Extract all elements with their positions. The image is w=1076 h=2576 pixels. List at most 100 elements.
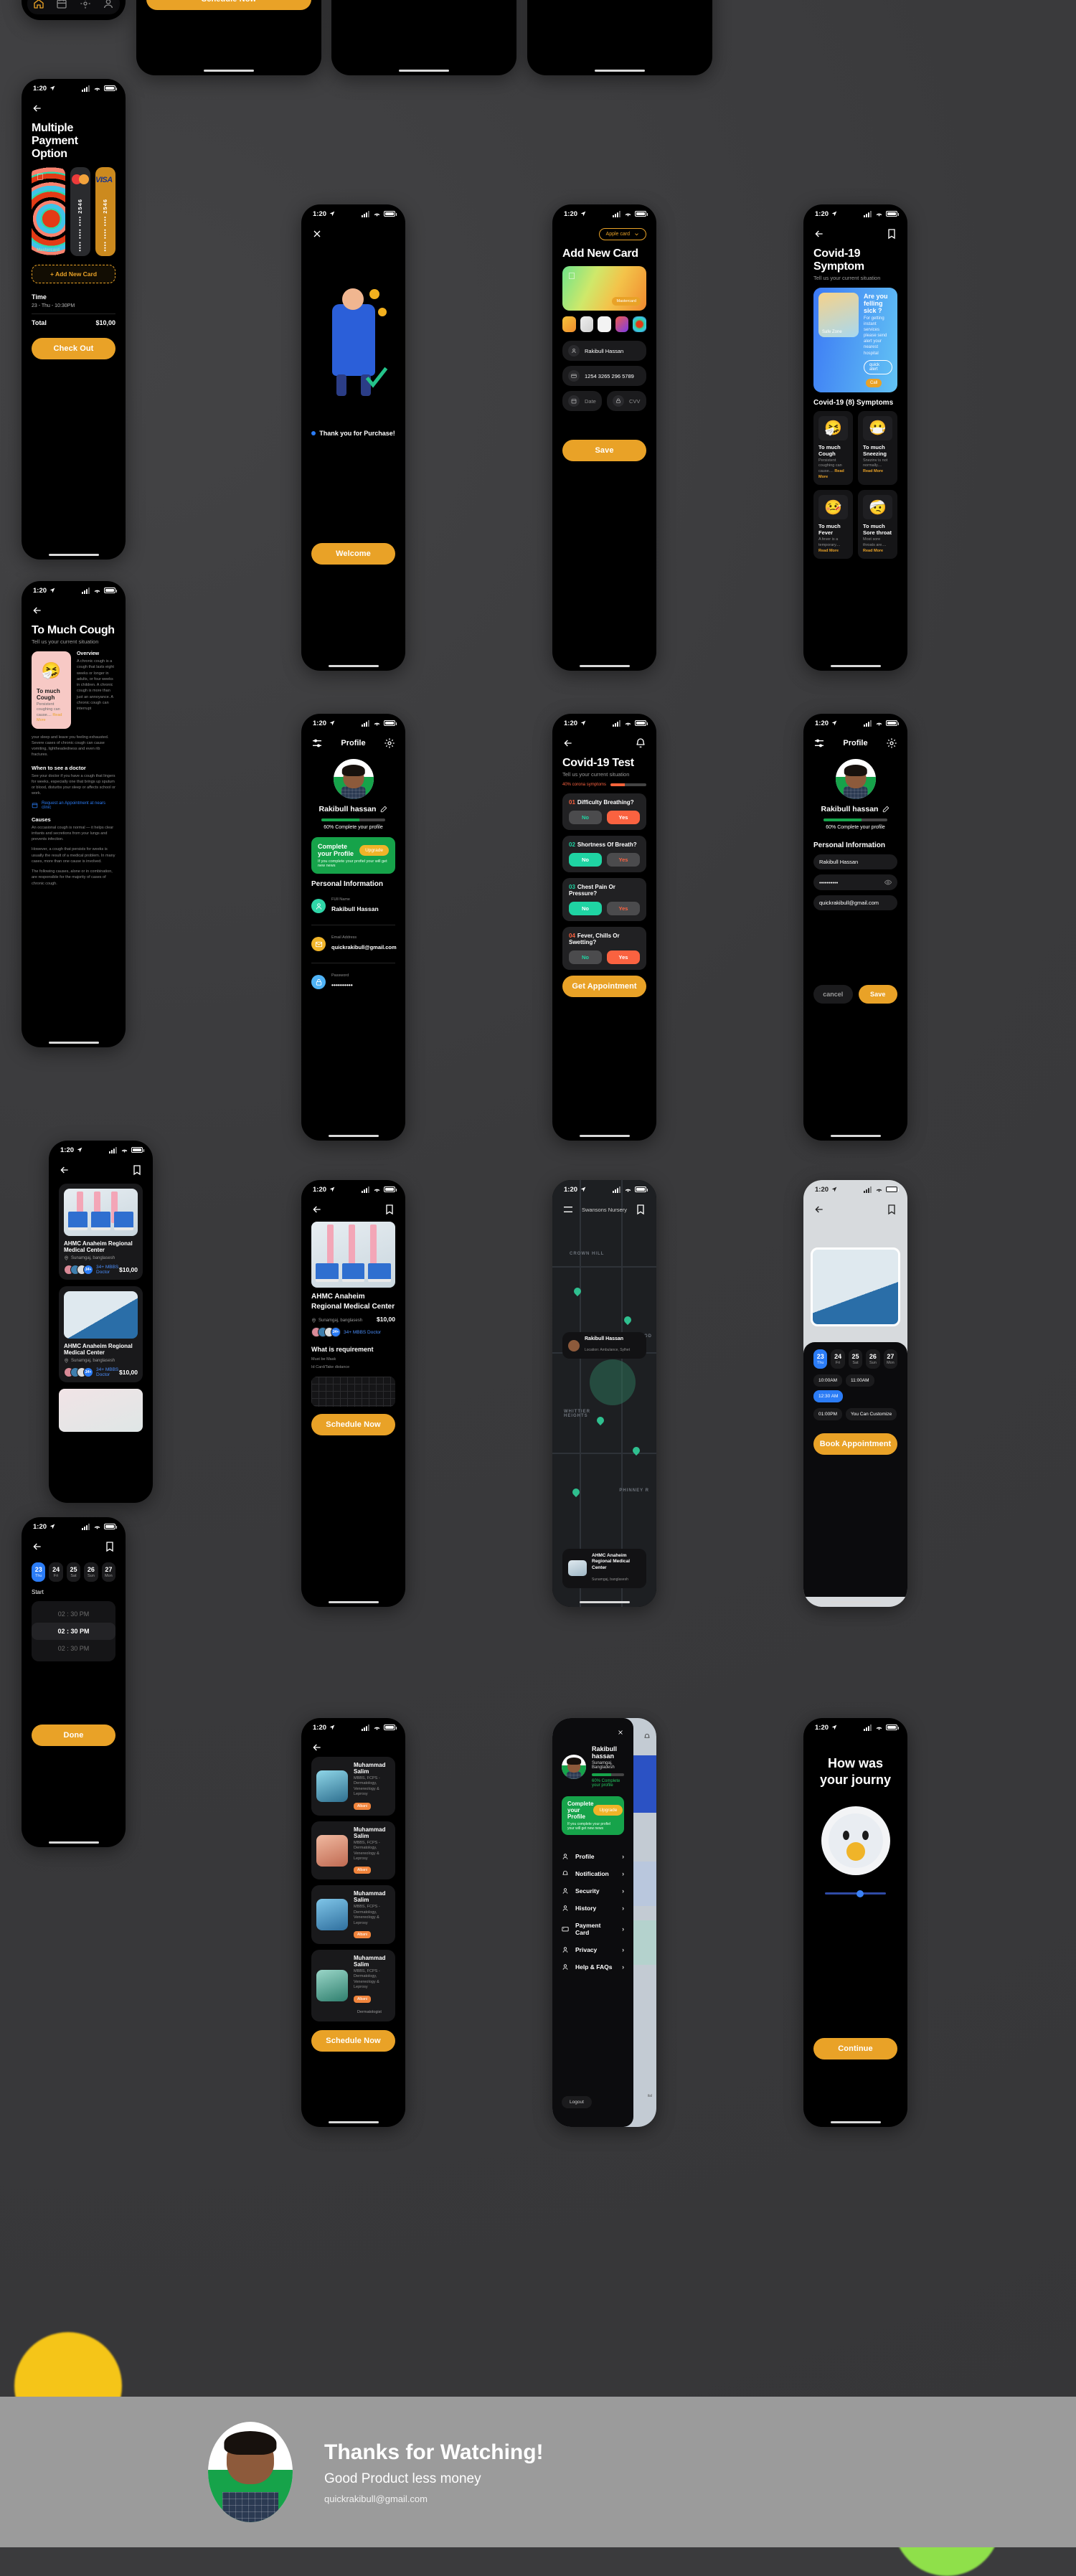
menu-item-payment-card[interactable]: Payment Card › [562,1917,624,1941]
answer-yes[interactable]: Yes [607,853,640,867]
date-chip[interactable]: 24 Fri [49,1562,63,1582]
eye-icon[interactable] [884,879,892,886]
schedule-now-button[interactable]: Schedule Now [311,2029,395,2052]
date-chip[interactable]: 26 Sun [84,1562,98,1582]
time-chip[interactable]: You Can Customize [846,1408,897,1420]
back-arrow-icon[interactable] [32,103,43,114]
continue-button[interactable]: Continue [813,2038,897,2060]
doctor-card[interactable]: Muhammad Salim MBBS, FCPS - Dermatology,… [311,1950,395,2021]
info-row-password[interactable]: Password •••••••••• [311,968,395,996]
swatch[interactable] [615,316,629,332]
card-type-dropdown[interactable]: Apple card [598,227,646,240]
filter-icon[interactable] [813,737,825,749]
answer-no[interactable]: No [569,950,602,964]
back-arrow-icon[interactable] [59,1164,70,1176]
card-number-field[interactable]: 1254 3265 296 5789 [562,366,646,386]
back-arrow-icon[interactable] [562,737,574,749]
back-arrow-icon[interactable] [311,1742,323,1753]
answer-no[interactable]: No [569,853,602,867]
get-appointment-button[interactable]: Get Appointment [562,976,646,997]
pencil-icon[interactable] [882,806,889,813]
card-name-field[interactable]: Rakibull Hassan [562,341,646,361]
date-chip[interactable]: 26 Sun [866,1349,880,1369]
hospital-card[interactable]: AHMC Anaheim Regional Medical Center Sun… [59,1184,143,1280]
date-chip[interactable]: 24 Fri [831,1349,845,1369]
card-date-field[interactable]: Date [562,391,602,411]
call-badge[interactable]: Call [866,378,882,387]
answer-yes[interactable]: Yes [607,950,640,964]
hospital-card[interactable]: AHMC Anaheim Regional Medical Center Sun… [59,1286,143,1382]
bookmark-icon[interactable] [131,1164,143,1176]
upgrade-button[interactable]: Upgrade [593,1805,623,1816]
upgrade-button[interactable]: Upgrade [359,844,389,856]
info-row-email[interactable]: Email Address quickrakibull@gmail.com [311,930,397,958]
swatch[interactable] [580,316,594,332]
map-preview[interactable] [311,1376,395,1407]
close-icon[interactable] [617,1729,624,1736]
symptom-card[interactable]: 😷 To much Sneezing Snezinv is not normal… [858,410,897,486]
welcome-button[interactable]: Welcome [311,543,395,565]
card-mastercard[interactable]: •••• •••• •••• 2546 [70,167,91,256]
date-chip[interactable]: 23 Thu [813,1349,828,1369]
doctor-card[interactable]: Muhammad Salim MBBS, FCPS - Dermatology,… [311,1885,395,1945]
add-new-card-button[interactable]: + Add New Card [32,265,115,283]
symptom-card[interactable]: 🤧 To much Cough Persistent coughing can … [813,410,853,486]
doctor-card[interactable]: Muhammad Salim MBBS, FCPS - Dermatology,… [311,1821,395,1880]
bookmark-icon[interactable] [635,1204,646,1215]
read-more-link[interactable]: Read More [818,549,839,553]
map-search-value[interactable]: Swansons Nursery [582,1207,627,1213]
logout-button[interactable]: Logout [562,2096,592,2108]
menu-item-privacy[interactable]: Privacy › [562,1941,624,1958]
time-option[interactable]: 02 : 30 PM [32,1640,115,1657]
back-arrow-icon[interactable] [813,228,825,240]
date-chip[interactable]: 25 Sat [66,1562,81,1582]
time-option-selected[interactable]: 02 : 30 PM [32,1623,115,1640]
doctor-card[interactable]: Muhammad Salim MBBS, FCPS - Dermatology,… [311,1757,395,1816]
schedule-now-button[interactable]: Schedule Now [146,0,311,10]
close-icon[interactable] [311,228,323,240]
menu-item-security[interactable]: Security › [562,1882,624,1900]
gear-icon[interactable] [384,737,395,749]
symptom-card[interactable]: 🤕 To much Sore throat Most sore throats … [858,490,897,560]
pencil-icon[interactable] [380,806,387,813]
schedule-now-button[interactable]: Schedule Now [311,1413,395,1435]
complete-profile-promo[interactable]: Complete your Profile Upgrade If you com… [311,837,395,874]
time-option[interactable]: 02 : 30 PM [32,1605,115,1623]
person-icon[interactable] [103,0,114,9]
bookmark-icon[interactable] [104,1541,115,1552]
bookmark-icon[interactable] [886,1204,897,1215]
complete-profile-promo[interactable]: Complete your Profile Upgrade If you com… [562,1796,625,1835]
answer-yes[interactable]: Yes [607,902,640,915]
filter-icon[interactable] [562,1204,574,1215]
answer-no[interactable]: No [569,811,602,824]
date-chip[interactable]: 27 Mon [101,1562,116,1582]
read-more-link[interactable]: Read More [863,549,883,553]
edit-email-field[interactable]: quickrakibull@gmail.com [813,895,897,910]
map-hospital-card[interactable]: AHMC Anaheim Regional Medical Center Sun… [562,1548,646,1588]
answer-no[interactable]: No [569,902,602,915]
calendar-icon[interactable] [56,0,67,9]
map-user-card[interactable]: Rakibull Hassan Location: Ambulance, Syl… [562,1332,646,1359]
time-chip-selected[interactable]: 12:30 AM [813,1390,844,1402]
quick-alert-banner[interactable]: Safe Zone Are you felling sick ? For get… [813,288,897,392]
settings-icon[interactable] [80,0,91,9]
book-appointment-button[interactable]: Book Appointment [813,1433,897,1455]
save-button[interactable]: Save [858,985,897,1004]
card-cvv-field[interactable]: CVV [607,391,646,411]
date-chip[interactable]: 23 Thu [32,1562,46,1582]
edit-name-field[interactable]: Rakibull Hassan [813,854,897,869]
time-picker[interactable]: 02 : 30 PM 02 : 30 PM 02 : 30 PM [32,1601,115,1661]
home-icon[interactable] [33,0,44,9]
back-arrow-icon[interactable] [311,1204,323,1215]
swatch[interactable] [562,316,576,332]
swatch[interactable] [598,316,611,332]
edit-password-field[interactable]: •••••••••• [813,874,897,890]
save-card-button[interactable]: Save [562,440,646,461]
answer-yes[interactable]: Yes [607,811,640,824]
menu-item-notification[interactable]: Notification › [562,1865,624,1882]
time-chip[interactable]: 01:00PM [813,1408,843,1420]
date-chip[interactable]: 25 Sat [848,1349,863,1369]
card-apple[interactable]:  Mastercard [32,167,66,256]
card-visa[interactable]: VISA •••• •••• •••• 2546 [95,167,115,256]
bookmark-icon[interactable] [886,228,897,240]
